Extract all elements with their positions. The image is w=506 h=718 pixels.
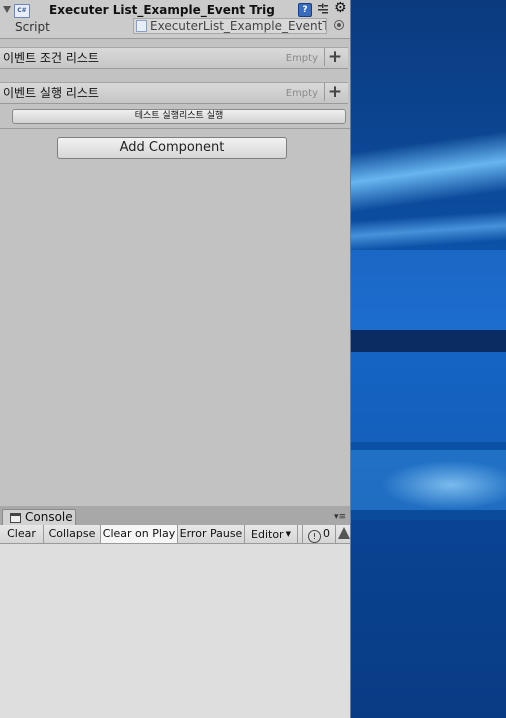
help-icon[interactable]: ? (298, 3, 312, 17)
collapse-button[interactable]: Collapse (44, 525, 101, 543)
foldout-arrow-icon[interactable] (3, 6, 11, 13)
event-condition-list-empty: Empty (285, 53, 318, 64)
event-condition-add-button[interactable]: + (324, 48, 345, 66)
event-execution-list-empty: Empty (285, 88, 318, 99)
desktop-wallpaper (351, 0, 506, 718)
script-file-icon (136, 20, 147, 32)
info-icon: ! (308, 530, 321, 543)
window-pane (351, 520, 506, 718)
event-execution-list-header[interactable]: 이벤트 실행 리스트 Empty + (0, 82, 348, 104)
console-panel: Console ▾≡ Clear Collapse Clear on Play … (0, 506, 351, 718)
run-test-list-button[interactable]: 테스트 실행리스트 실행 (12, 109, 346, 124)
light-ray (351, 207, 506, 253)
script-object-field[interactable]: ExecuterList_Example_EventTri (133, 18, 327, 34)
script-field-value: ExecuterList_Example_EventTri (150, 19, 327, 33)
preset-icon[interactable] (317, 3, 329, 15)
console-toolbar: Clear Collapse Clear on Play Error Pause… (0, 525, 350, 544)
component-header: C# Executer List_Example_Event Trig ? ⚙ … (0, 0, 350, 39)
light-ray (351, 124, 506, 216)
clear-button[interactable]: Clear (0, 525, 44, 543)
warning-icon[interactable] (338, 527, 350, 539)
script-icon: C# (14, 4, 30, 18)
window-frame (351, 330, 506, 352)
event-execution-add-button[interactable]: + (324, 83, 345, 101)
window-pane (351, 250, 506, 330)
object-picker-icon[interactable] (334, 20, 344, 30)
tab-menu-icon[interactable]: ▾≡ (334, 513, 346, 522)
event-condition-list-label: 이벤트 조건 리스트 (3, 51, 99, 65)
script-field-label: Script (15, 20, 50, 34)
editor-dropdown[interactable]: Editor ▼ (245, 525, 298, 543)
component-title: Executer List_Example_Event Trig (49, 3, 275, 17)
event-execution-list-label: 이벤트 실행 리스트 (3, 86, 99, 100)
light-glow (381, 460, 506, 510)
error-pause-button[interactable]: Error Pause (178, 525, 245, 543)
window-pane (351, 352, 506, 442)
console-log-area[interactable] (0, 544, 350, 718)
divider (0, 128, 350, 129)
add-component-button[interactable]: Add Component (57, 137, 287, 159)
event-condition-list-header[interactable]: 이벤트 조건 리스트 Empty + (0, 47, 348, 69)
clear-on-play-toggle[interactable]: Clear on Play (101, 525, 178, 543)
inspector-panel: C# Executer List_Example_Event Trig ? ⚙ … (0, 0, 351, 506)
tab-console[interactable]: Console (2, 509, 76, 525)
console-icon (10, 513, 21, 523)
info-toggle[interactable]: ! 0 (302, 525, 336, 543)
editor-dropdown-label: Editor (251, 528, 284, 541)
info-count: 0 (323, 527, 330, 540)
chevron-down-icon: ▼ (285, 530, 291, 538)
console-tab-bar: Console ▾≡ (0, 506, 350, 526)
gear-icon[interactable]: ⚙ (334, 1, 350, 15)
tab-console-label: Console (25, 510, 73, 524)
